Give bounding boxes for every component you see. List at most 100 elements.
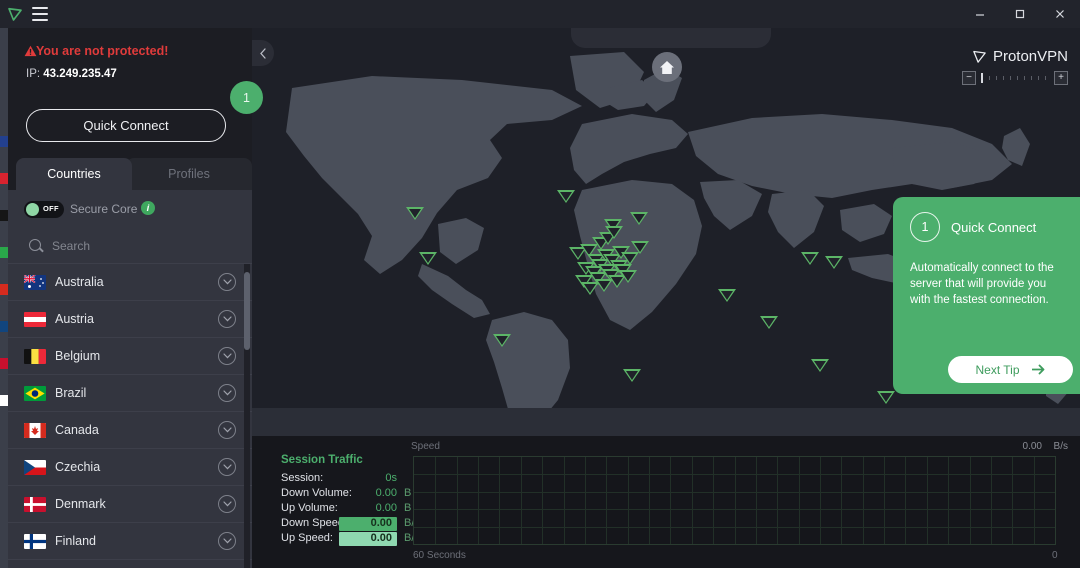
- country-row-dk[interactable]: Denmark: [8, 486, 252, 523]
- home-button[interactable]: [652, 52, 682, 82]
- chart-current-value: 0.00: [1023, 441, 1042, 452]
- grid-line-vertical: [948, 457, 949, 544]
- grid-line-vertical: [927, 457, 928, 544]
- info-icon[interactable]: i: [141, 201, 155, 215]
- grid-line-vertical: [628, 457, 629, 544]
- grid-line-vertical: [1012, 457, 1013, 544]
- flag-icon-dk: [24, 497, 46, 512]
- flag-icon-cz: [24, 460, 46, 475]
- server-marker-icon[interactable]: [557, 190, 575, 203]
- country-row-ca[interactable]: Canada: [8, 412, 252, 449]
- server-marker-icon[interactable]: [825, 256, 843, 269]
- session-traffic-title: Session Traffic: [281, 454, 363, 466]
- flag-icon-br: [24, 386, 46, 401]
- zoom-tick: [1003, 76, 1004, 80]
- zoom-out-button[interactable]: −: [962, 71, 976, 85]
- chevron-down-icon[interactable]: [218, 495, 236, 513]
- server-marker-icon[interactable]: [623, 369, 641, 382]
- country-list-scrollbar[interactable]: [244, 264, 250, 568]
- server-marker-icon[interactable]: [619, 270, 637, 283]
- tab-profiles[interactable]: Profiles: [126, 158, 252, 190]
- country-row-au[interactable]: Australia: [8, 264, 252, 301]
- zoom-in-button[interactable]: +: [1054, 71, 1068, 85]
- secure-core-row: OFF Secure Core i: [8, 190, 252, 228]
- close-button[interactable]: [1040, 0, 1080, 28]
- session-stat-label: Up Speed:: [281, 532, 333, 544]
- chevron-down-icon[interactable]: [218, 310, 236, 328]
- country-row-cz[interactable]: Czechia: [8, 449, 252, 486]
- zoom-tick: [989, 76, 990, 80]
- arrow-right-icon: [1032, 364, 1046, 375]
- brand-name: ProtonVPN: [993, 48, 1068, 65]
- grid-line-vertical: [499, 457, 500, 544]
- scrollbar-thumb[interactable]: [244, 272, 250, 350]
- server-marker-icon[interactable]: [493, 334, 511, 347]
- country-name: Finland: [55, 534, 96, 548]
- session-stat-label: Session:: [281, 472, 323, 484]
- zoom-tick: [1010, 76, 1011, 80]
- quick-connect-tip-badge[interactable]: 1: [230, 81, 263, 114]
- grid-line-vertical: [457, 457, 458, 544]
- zoom-slider-track[interactable]: [977, 71, 1053, 85]
- chevron-down-icon[interactable]: [218, 421, 236, 439]
- speed-chart: Speed 0.00 B/s 60 Seconds 0: [411, 436, 1080, 568]
- quick-connect-button[interactable]: Quick Connect: [26, 109, 226, 142]
- server-marker-icon[interactable]: [605, 226, 623, 239]
- chart-y-label: Speed: [411, 441, 440, 452]
- chevron-down-icon[interactable]: [218, 273, 236, 291]
- maximize-button[interactable]: [1000, 0, 1040, 28]
- chart-grid: [413, 456, 1056, 545]
- grid-line-vertical: [799, 457, 800, 544]
- tip-body-text: Automatically connect to the server that…: [910, 260, 1062, 308]
- country-name: Austria: [55, 312, 94, 326]
- server-marker-icon[interactable]: [760, 316, 778, 329]
- grid-line-horizontal: [414, 474, 1055, 475]
- server-marker-icon[interactable]: [718, 289, 736, 302]
- chevron-down-icon[interactable]: [218, 384, 236, 402]
- server-marker-icon[interactable]: [419, 252, 437, 265]
- server-marker-icon[interactable]: [630, 212, 648, 225]
- grid-line-vertical: [606, 457, 607, 544]
- country-list[interactable]: Australia Austria Belgium BrazilCanadaCzech…: [8, 264, 252, 568]
- country-name: Belgium: [55, 349, 100, 363]
- grid-line-vertical: [905, 457, 906, 544]
- grid-line-vertical: [585, 457, 586, 544]
- grid-line-horizontal: [414, 527, 1055, 528]
- grid-line-vertical: [777, 457, 778, 544]
- quick-connect-tip-card: 1 Quick Connect Automatically connect to…: [893, 197, 1080, 394]
- server-marker-icon[interactable]: [811, 359, 829, 372]
- country-row-be[interactable]: Belgium: [8, 338, 252, 375]
- server-marker-icon[interactable]: [877, 391, 895, 404]
- zoom-slider-handle[interactable]: [981, 73, 983, 83]
- chart-current-unit: B/s: [1054, 441, 1068, 452]
- server-marker-icon[interactable]: [801, 252, 819, 265]
- country-row-br[interactable]: Brazil: [8, 375, 252, 412]
- country-row-at[interactable]: Austria: [8, 301, 252, 338]
- grid-line-vertical: [564, 457, 565, 544]
- session-stat-label: Up Volume:: [281, 502, 338, 514]
- grid-line-vertical: [435, 457, 436, 544]
- protection-warning: You are not protected!: [36, 44, 168, 58]
- server-marker-icon[interactable]: [406, 207, 424, 220]
- chevron-down-icon[interactable]: [218, 347, 236, 365]
- country-row-fi[interactable]: Finland: [8, 523, 252, 560]
- protonvpn-logo-icon: [971, 48, 988, 65]
- minimize-button[interactable]: [960, 0, 1000, 28]
- search-icon: [29, 239, 41, 251]
- map-zoom-control[interactable]: − +: [962, 71, 1068, 85]
- country-name: Denmark: [55, 497, 106, 511]
- tab-countries[interactable]: Countries: [16, 158, 132, 190]
- server-marker-icon[interactable]: [631, 241, 649, 254]
- session-stat-value: 0s: [339, 472, 397, 484]
- session-stat-value: 0.00: [339, 532, 397, 546]
- search-input[interactable]: [52, 236, 237, 256]
- hamburger-menu-icon[interactable]: [32, 7, 48, 21]
- chevron-down-icon[interactable]: [218, 458, 236, 476]
- grid-line-vertical: [670, 457, 671, 544]
- chevron-left-icon: [259, 48, 267, 59]
- secure-core-toggle[interactable]: OFF: [24, 201, 64, 218]
- session-stat-value: 0.00: [339, 502, 397, 514]
- next-tip-button[interactable]: Next Tip: [948, 356, 1073, 383]
- chevron-down-icon[interactable]: [218, 532, 236, 550]
- grid-line-vertical: [649, 457, 650, 544]
